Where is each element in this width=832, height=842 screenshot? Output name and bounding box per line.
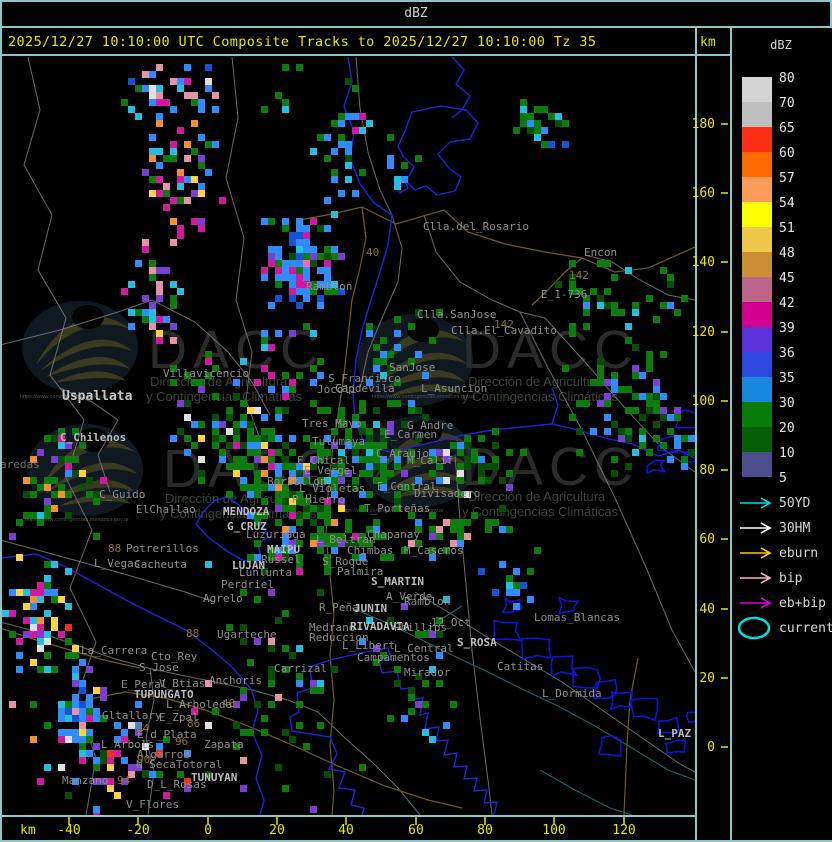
right-axis-tick-label: 40 (699, 602, 715, 617)
bottom-axis-tick-label: -40 (57, 823, 80, 838)
km-unit-top: km (700, 35, 716, 50)
legend-color-band (742, 102, 772, 127)
legend-band-value: 48 (779, 246, 795, 261)
right-axis-tick-label: 60 (699, 532, 715, 547)
radar-app-window: dBZ 2025/12/27 10:10:00 UTC Composite Tr… (0, 0, 832, 842)
legend-color-band (742, 277, 772, 302)
bottom-axis-tick-label: -20 (126, 823, 149, 838)
legend-marker-ellipse (737, 616, 771, 640)
radar-map-canvas[interactable] (2, 57, 695, 815)
km-unit-bottom: km (20, 823, 36, 838)
bottom-axis-tick-label: 20 (269, 823, 285, 838)
right-axis-tick-label: 80 (699, 463, 715, 478)
radar-scene: DACCDirección de Agriculturay Contingenc… (0, 0, 832, 842)
legend-color-band (742, 177, 772, 202)
bottom-axis-tick-label: 40 (338, 823, 354, 838)
right-axis-tick-label: 0 (707, 740, 715, 755)
bottom-axis-tick-label: 80 (477, 823, 493, 838)
legend-color-band (742, 77, 772, 102)
bottom-axis-tick-label: 120 (612, 823, 635, 838)
legend-color-band (742, 152, 772, 177)
legend-band-value: 42 (779, 296, 795, 311)
bottom-axis-tick-label: 60 (408, 823, 424, 838)
legend-band-value: 80 (779, 71, 795, 86)
legend-band-value: 65 (779, 121, 795, 136)
legend-marker-label: eburn (779, 546, 818, 561)
legend-color-band (742, 452, 772, 477)
legend-band-value: 20 (779, 421, 795, 436)
legend-band-value: 51 (779, 221, 795, 236)
legend-color-band (742, 377, 772, 402)
legend-band-value: 35 (779, 371, 795, 386)
legend-color-band (742, 402, 772, 427)
legend-color-band (742, 252, 772, 277)
legend-color-band (742, 427, 772, 452)
legend-band-value: 39 (779, 321, 795, 336)
legend-marker-label: 30HM (779, 521, 810, 536)
legend-band-value: 57 (779, 171, 795, 186)
legend-color-band (742, 202, 772, 227)
bottom-axis-tick-label: 100 (542, 823, 565, 838)
legend-color-band (742, 127, 772, 152)
legend-band-value: 30 (779, 396, 795, 411)
legend-band-value: 54 (779, 196, 795, 211)
legend-band-value: 60 (779, 146, 795, 161)
legend-marker-label: current (779, 621, 832, 636)
legend-band-value: 70 (779, 96, 795, 111)
legend-color-band (742, 227, 772, 252)
bottom-axis-tick-label: 0 (204, 823, 212, 838)
bottom-axis: -40 -20 0 20 40 60 80 100 120 (57, 817, 636, 838)
legend-title: dBZ (770, 38, 792, 52)
legend-band-value: 45 (779, 271, 795, 286)
legend-panel: 80 70 65 60 57 54 51 48 45 42 39 36 35 30 20 10 5 50YD 30H… (737, 71, 832, 640)
legend-color-band (742, 327, 772, 352)
legend-band-value: 5 (779, 471, 787, 486)
legend-color-band (742, 302, 772, 327)
legend-marker-label: eb+bip (779, 596, 826, 611)
legend-marker-label: bip (779, 571, 803, 586)
legend-marker-label: 50YD (779, 496, 810, 511)
legend-color-band (742, 352, 772, 377)
legend-band-value: 36 (779, 346, 795, 361)
legend-band-value: 10 (779, 446, 795, 461)
right-axis-tick-label: 20 (699, 671, 715, 686)
